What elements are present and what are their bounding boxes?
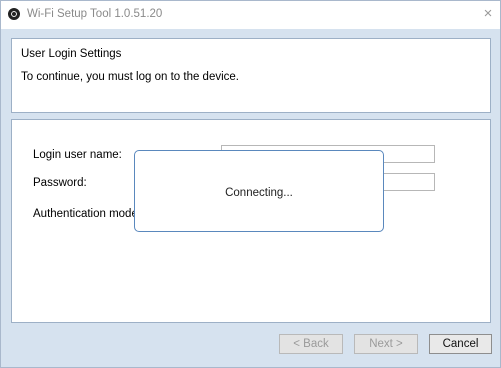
connecting-dialog: Connecting... [134,150,384,232]
close-icon[interactable]: × [480,6,496,22]
connecting-message: Connecting... [225,187,293,199]
setup-window: Wi-Fi Setup Tool 1.0.51.20 × User Login … [0,0,501,368]
authentication-mode-label: Authentication mode: [33,208,142,220]
next-button[interactable]: Next > [354,334,418,354]
password-label: Password: [33,177,87,189]
login-user-name-label: Login user name: [33,149,122,161]
page-description: To continue, you must log on to the devi… [21,71,239,83]
back-button[interactable]: < Back [279,334,343,354]
cancel-button[interactable]: Cancel [429,334,492,354]
app-icon [8,8,20,20]
title-bar: Wi-Fi Setup Tool 1.0.51.20 × [1,1,500,29]
window-title: Wi-Fi Setup Tool 1.0.51.20 [27,8,163,20]
page-title: User Login Settings [21,48,122,60]
header-panel: User Login Settings To continue, you mus… [11,38,491,113]
